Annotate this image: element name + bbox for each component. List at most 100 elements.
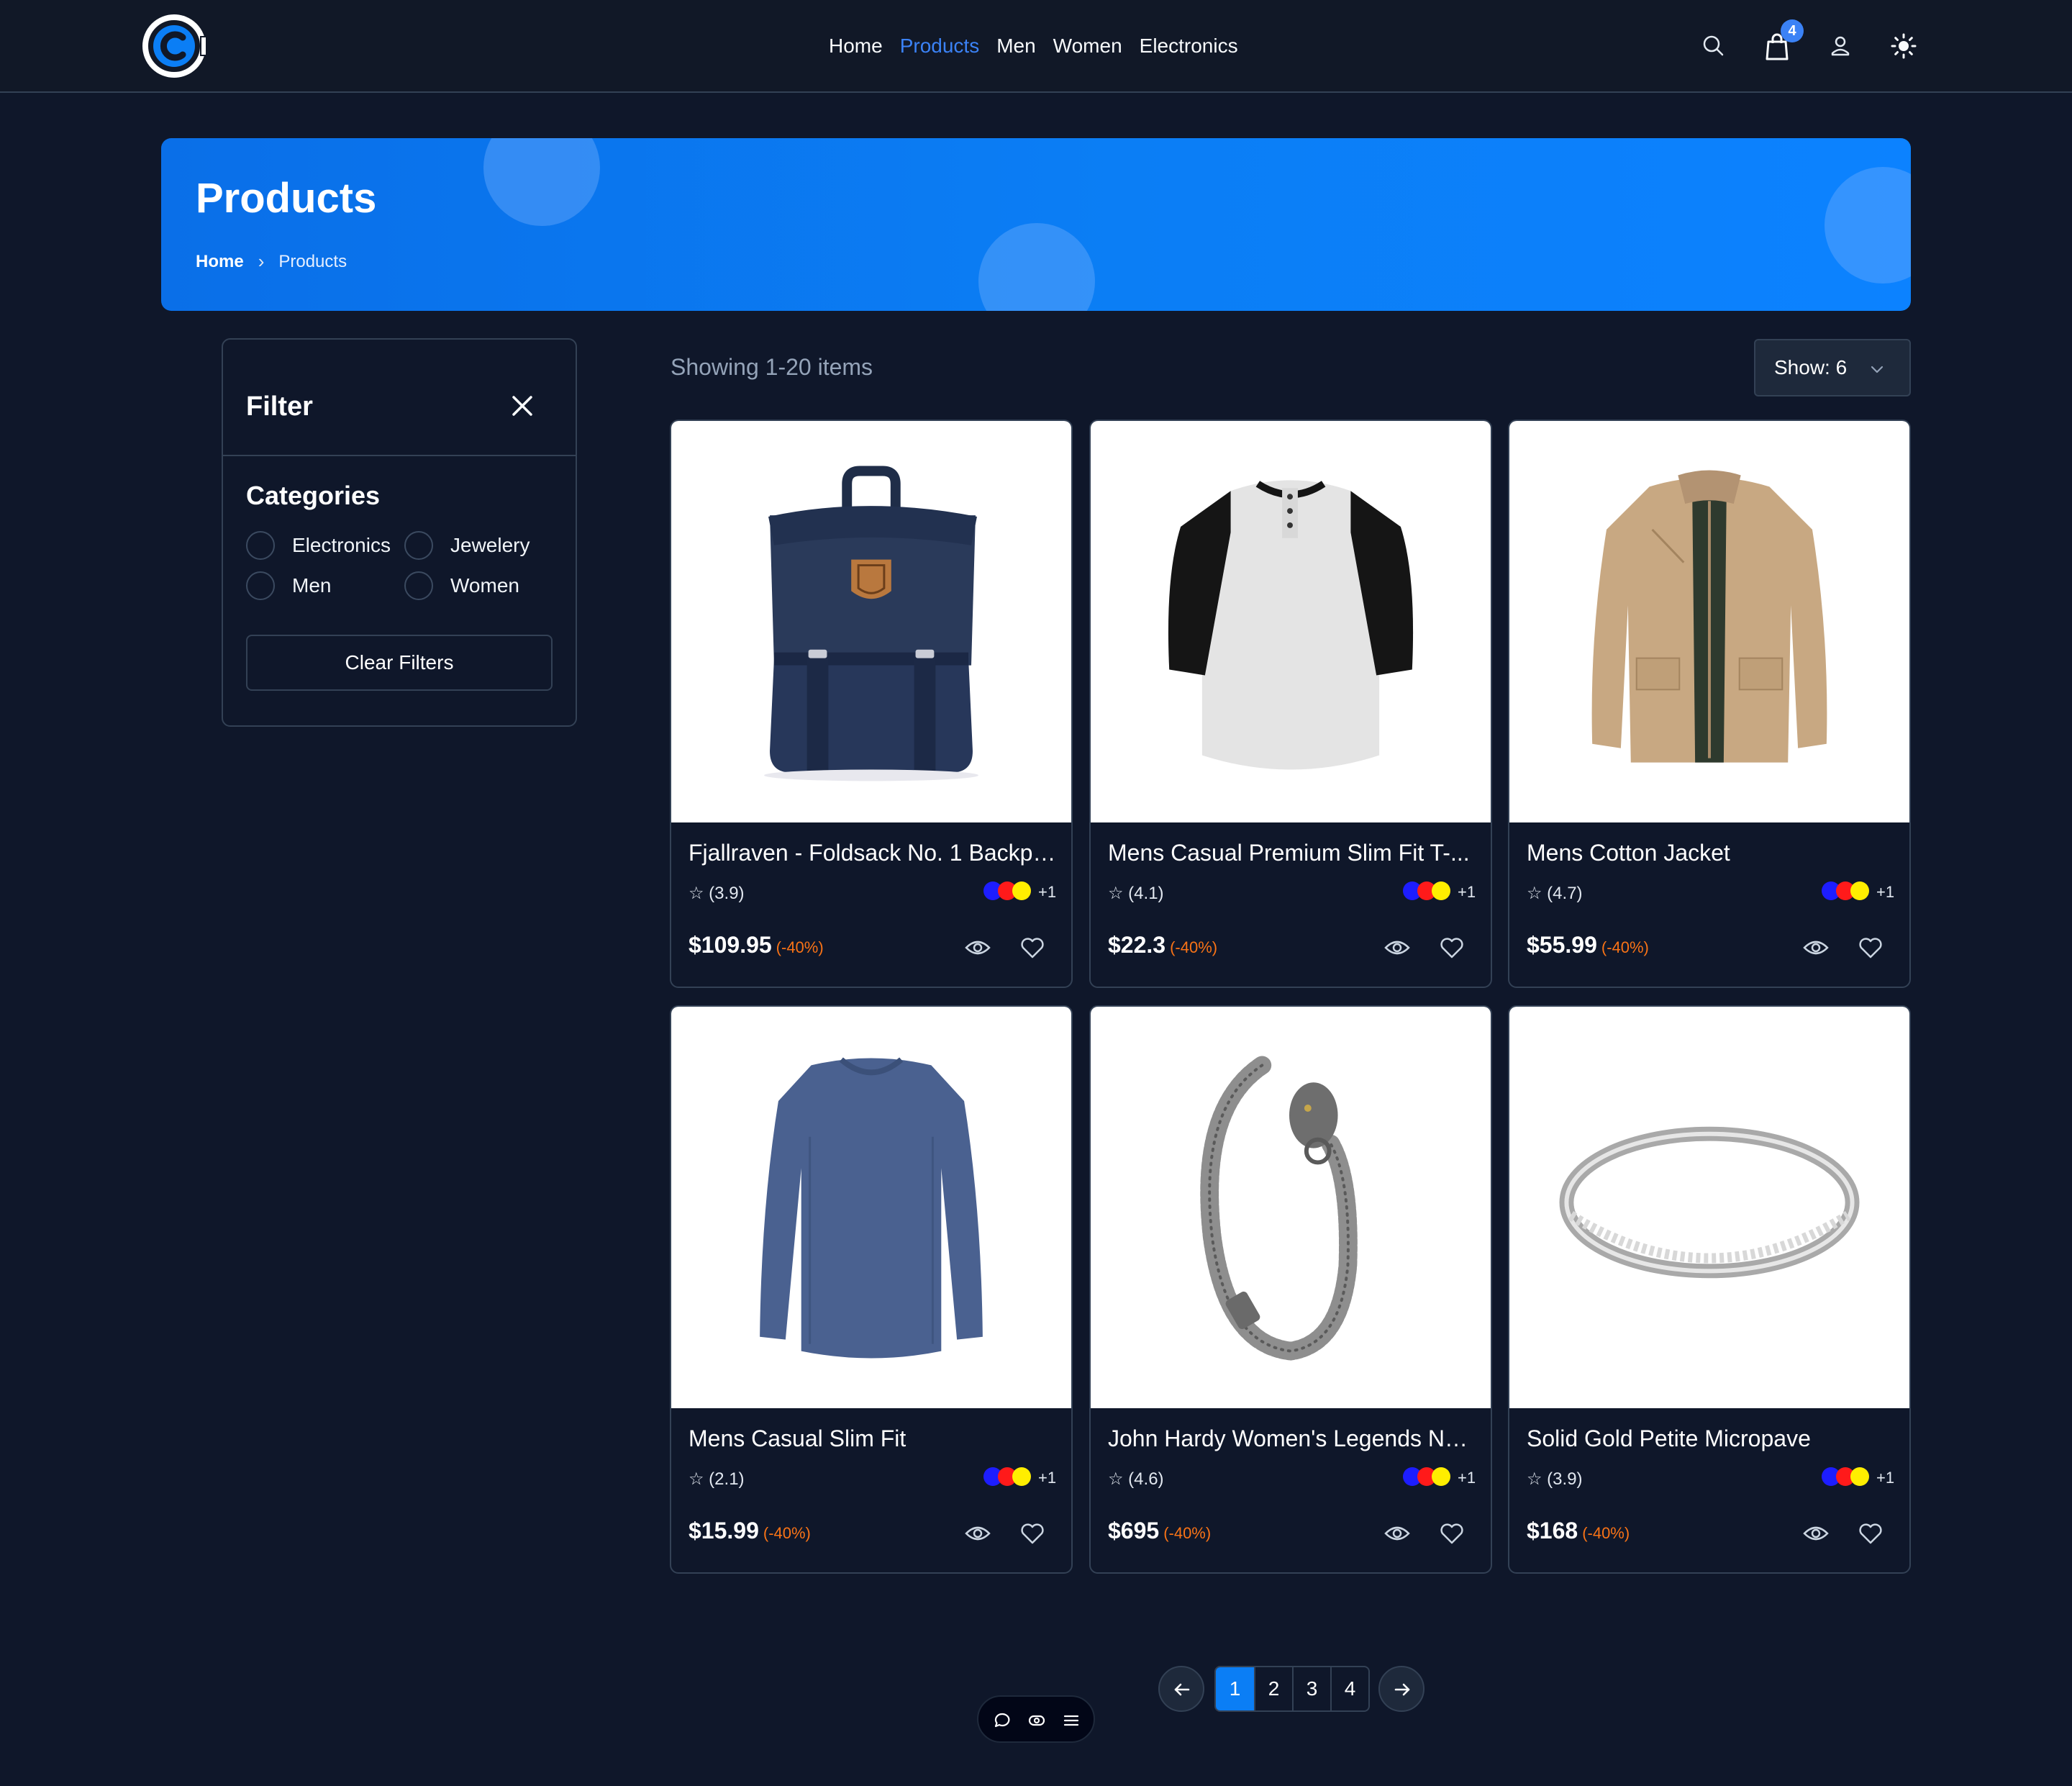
product-title[interactable]: Fjallraven - Foldsack No. 1 Backpa...: [689, 840, 1057, 866]
price-value: $695: [1108, 1518, 1160, 1544]
search-icon[interactable]: [1696, 29, 1731, 63]
pagination-page-1[interactable]: 1: [1216, 1667, 1254, 1710]
discount-label: (-40%): [1163, 1524, 1212, 1542]
radio-button[interactable]: [404, 531, 433, 560]
product-card[interactable]: Mens Cotton Jacket ☆ (4.7) +1 $55.99 (-40…: [1508, 420, 1911, 988]
product-title[interactable]: Solid Gold Petite Micropave: [1527, 1425, 1895, 1452]
sun-icon[interactable]: [1886, 29, 1921, 63]
nav-link-home[interactable]: Home: [829, 35, 883, 58]
pagination-next-button[interactable]: [1378, 1666, 1424, 1712]
filter-panel: Filter Categories Electronics Jewelery M…: [222, 338, 577, 727]
comment-icon[interactable]: [993, 1711, 1012, 1730]
category-option-women[interactable]: Women: [404, 571, 519, 600]
color-swatch-yellow[interactable]: [1012, 1467, 1031, 1486]
discount-label: (-40%): [1170, 938, 1218, 956]
heart-icon[interactable]: [1856, 1519, 1885, 1548]
pagination-prev-button[interactable]: [1158, 1666, 1204, 1712]
product-image-long-sleeve-shirt[interactable]: [671, 1007, 1071, 1408]
eye-icon[interactable]: [1383, 1519, 1412, 1548]
eye-icon[interactable]: [963, 933, 992, 962]
decorative-bubble: [1825, 167, 1911, 284]
product-rating: ☆ (2.1): [689, 1469, 745, 1489]
product-rating: ☆ (3.9): [1527, 1469, 1583, 1489]
price-value: $15.99: [689, 1518, 759, 1544]
showing-count-text: Showing 1-20 items: [671, 354, 873, 380]
logo-icon[interactable]: [141, 13, 209, 79]
close-icon[interactable]: [508, 391, 537, 420]
heart-icon[interactable]: [1018, 1519, 1047, 1548]
eye-icon[interactable]: [1383, 933, 1412, 962]
color-swatch-yellow[interactable]: [1432, 881, 1450, 900]
heart-icon[interactable]: [1437, 933, 1466, 962]
pagination-page-4[interactable]: 4: [1330, 1667, 1368, 1710]
product-image-ring[interactable]: [1509, 1007, 1909, 1408]
color-swatch-yellow[interactable]: [1850, 881, 1869, 900]
decorative-bubble: [978, 223, 1095, 311]
pagination-page-3[interactable]: 3: [1292, 1667, 1330, 1710]
radio-button[interactable]: [246, 571, 275, 600]
heart-icon[interactable]: [1856, 933, 1885, 962]
color-swatch-yellow[interactable]: [1432, 1467, 1450, 1486]
product-card[interactable]: Mens Casual Slim Fit ☆ (2.1) +1 $15.99 (-…: [670, 1005, 1073, 1574]
color-swatches: [1822, 881, 1872, 900]
breadcrumb-home-link[interactable]: Home: [196, 252, 244, 272]
nav-link-products[interactable]: Products: [900, 35, 980, 58]
color-swatch-yellow[interactable]: [1850, 1467, 1869, 1486]
product-price: $22.3 (-40%): [1108, 932, 1217, 958]
category-option-electronics[interactable]: Electronics: [246, 531, 391, 560]
product-rating: ☆ (4.6): [1108, 1469, 1164, 1489]
filter-title: Filter: [246, 391, 313, 422]
product-title[interactable]: Mens Casual Premium Slim Fit T-...: [1108, 840, 1476, 866]
radio-button[interactable]: [404, 571, 433, 600]
color-swatches: [983, 881, 1034, 900]
color-swatch-yellow[interactable]: [1012, 881, 1031, 900]
category-option-jewelery[interactable]: Jewelery: [404, 531, 530, 560]
product-image-bracelet[interactable]: [1091, 1007, 1491, 1408]
category-label: Men: [292, 574, 332, 597]
product-card[interactable]: Solid Gold Petite Micropave ☆ (3.9) +1 $…: [1508, 1005, 1911, 1574]
category-label: Jewelery: [450, 534, 530, 556]
product-price: $15.99 (-40%): [689, 1518, 811, 1544]
heart-icon[interactable]: [1437, 1519, 1466, 1548]
heart-icon[interactable]: [1018, 933, 1047, 962]
pagination-page-2[interactable]: 2: [1254, 1667, 1292, 1710]
show-count-value: Show: 6: [1774, 356, 1848, 378]
color-swatches: [1403, 1467, 1453, 1486]
chevron-right-icon: ›: [258, 250, 265, 272]
nav-link-women[interactable]: Women: [1053, 35, 1122, 58]
product-image-jacket[interactable]: [1509, 421, 1909, 822]
category-label: Women: [450, 574, 519, 597]
page-title: Products: [196, 175, 377, 222]
color-swatches: [1403, 881, 1453, 900]
arrow-left-icon: [1174, 1683, 1190, 1696]
product-price: $55.99 (-40%): [1527, 932, 1649, 958]
eye-icon[interactable]: [963, 1519, 992, 1548]
product-card[interactable]: Fjallraven - Foldsack No. 1 Backpa... ☆ …: [670, 420, 1073, 988]
category-option-men[interactable]: Men: [246, 571, 331, 600]
chevron-down-icon: [1871, 366, 1884, 373]
product-title[interactable]: John Hardy Women's Legends Na...: [1108, 1425, 1476, 1452]
price-value: $109.95: [689, 932, 772, 958]
radio-button[interactable]: [246, 531, 275, 560]
extra-colors-count: +1: [1038, 883, 1057, 901]
menu-icon[interactable]: [1062, 1711, 1081, 1730]
main-nav: Home Products Men Women Electronics: [829, 30, 1238, 62]
product-price: $109.95 (-40%): [689, 932, 824, 958]
discount-label: (-40%): [776, 938, 824, 956]
nav-link-electronics[interactable]: Electronics: [1140, 35, 1238, 58]
product-card[interactable]: John Hardy Women's Legends Na... ☆ (4.6)…: [1089, 1005, 1492, 1574]
pagination-pages: 1 2 3 4: [1214, 1666, 1370, 1712]
product-title[interactable]: Mens Casual Slim Fit: [689, 1425, 1057, 1452]
clear-filters-button[interactable]: Clear Filters: [246, 635, 553, 691]
categories-heading: Categories: [246, 481, 381, 510]
eye-icon[interactable]: [1801, 933, 1830, 962]
show-count-select[interactable]: Show: 6: [1754, 339, 1911, 396]
product-image-raglan-tshirt[interactable]: [1091, 421, 1491, 822]
product-image-backpack[interactable]: [671, 421, 1071, 822]
nav-link-men[interactable]: Men: [996, 35, 1035, 58]
eye-icon[interactable]: [1027, 1711, 1046, 1730]
product-card[interactable]: Mens Casual Premium Slim Fit T-... ☆ (4.…: [1089, 420, 1492, 988]
product-title[interactable]: Mens Cotton Jacket: [1527, 840, 1895, 866]
user-icon[interactable]: [1823, 29, 1858, 63]
eye-icon[interactable]: [1801, 1519, 1830, 1548]
